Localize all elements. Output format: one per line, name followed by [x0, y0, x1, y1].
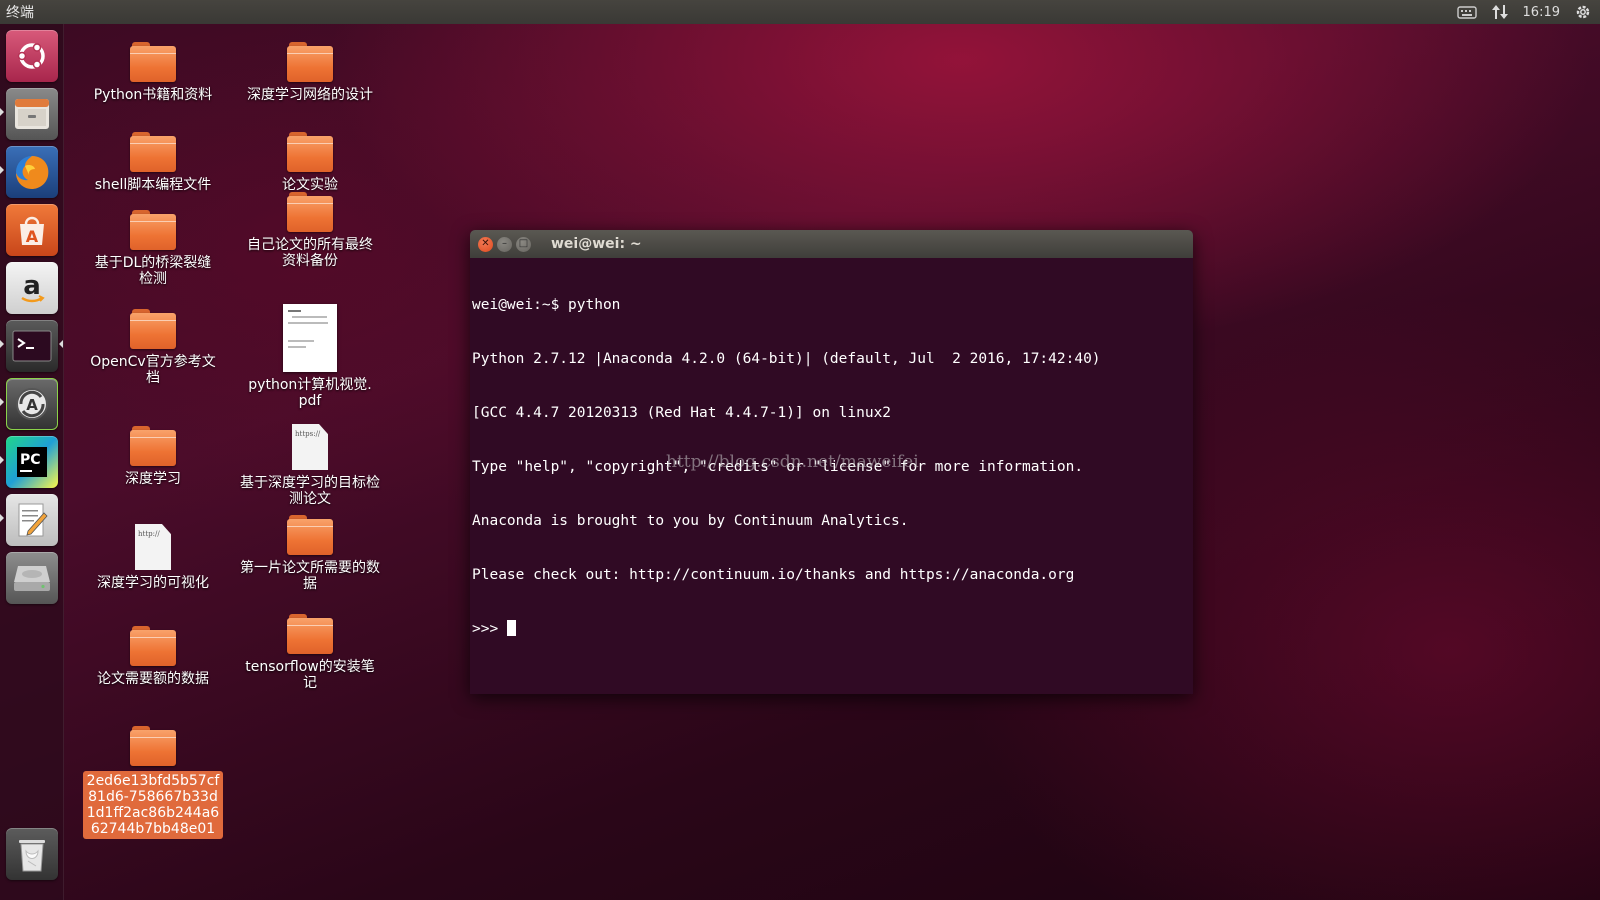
- desktop-item[interactable]: 深度学习网络的设计: [238, 42, 382, 103]
- folder-icon: [130, 210, 176, 250]
- folder-icon: [287, 614, 333, 654]
- desktop-item-label: 论文需要额的数据: [97, 671, 209, 687]
- desktop-item[interactable]: Python书籍和资料: [81, 42, 225, 103]
- desktop-item-label: shell脚本编程文件: [94, 177, 212, 193]
- terminal-icon[interactable]: [6, 320, 58, 372]
- keyboard-icon[interactable]: [1456, 0, 1477, 24]
- desktop-item-label: 论文实验: [282, 177, 338, 193]
- desktop-item[interactable]: https:// 基于深度学习的目标检测论文: [238, 424, 382, 507]
- software-center-icon[interactable]: A: [6, 204, 58, 256]
- desktop-item[interactable]: 深度学习: [81, 426, 225, 487]
- desktop-item[interactable]: OpenCv官方参考文档: [81, 309, 225, 386]
- desktop-item[interactable]: shell脚本编程文件: [81, 132, 225, 193]
- terminal-line: [GCC 4.4.7 20120313 (Red Hat 4.4.7-1)] o…: [472, 405, 892, 421]
- folder-icon: [130, 426, 176, 466]
- desktop-item-label: Python书籍和资料: [93, 87, 213, 103]
- folder-icon: [130, 626, 176, 666]
- drive-icon[interactable]: [6, 552, 58, 604]
- folder-icon: [130, 132, 176, 172]
- desktop-item-label: 深度学习: [125, 471, 181, 487]
- folder-icon: [130, 726, 176, 766]
- desktop-item-label: 深度学习的可视化: [97, 575, 209, 591]
- svg-text:PC: PC: [20, 452, 41, 468]
- terminal-line: Python 2.7.12 |Anaconda 4.2.0 (64-bit)| …: [472, 351, 1101, 367]
- pdf-thumbnail-icon: [283, 304, 337, 372]
- terminal-titlebar[interactable]: ✕ – □ wei@wei: ~: [470, 230, 1193, 258]
- desktop-item-label: 2ed6e13bfd5b57cf81d6-758667b33d1d1ff2ac8…: [83, 771, 223, 839]
- amazon-icon[interactable]: a: [6, 262, 58, 314]
- trash-icon[interactable]: [6, 828, 58, 880]
- text-editor-icon[interactable]: [6, 494, 58, 546]
- desktop-item-label: 深度学习网络的设计: [247, 87, 373, 103]
- terminal-line: Please check out: http://continuum.io/th…: [472, 567, 1075, 583]
- terminal-line: Anaconda is brought to you by Continuum …: [472, 513, 909, 529]
- top-panel: 终端 16:19: [0, 0, 1600, 24]
- desktop-item[interactable]: 第一片论文所需要的数据: [238, 515, 382, 592]
- firefox-icon[interactable]: [6, 146, 58, 198]
- minimize-button[interactable]: –: [497, 236, 512, 252]
- gear-power-icon[interactable]: [1574, 0, 1592, 24]
- folder-icon: [287, 132, 333, 172]
- pycharm-icon[interactable]: PC: [6, 436, 58, 488]
- network-arrows-icon[interactable]: [1491, 0, 1509, 24]
- link-file-icon: http://: [135, 524, 171, 570]
- desktop-item[interactable]: 论文实验: [238, 132, 382, 193]
- terminal-line: wei@wei:~$ python: [472, 297, 621, 313]
- svg-text:A: A: [26, 227, 39, 246]
- python-prompt: >>>: [472, 621, 507, 637]
- folder-icon: [130, 309, 176, 349]
- indicator-area: 16:19: [1456, 0, 1600, 24]
- app-title: 终端: [6, 5, 34, 21]
- maximize-button[interactable]: □: [516, 236, 531, 252]
- software-updater-icon[interactable]: A: [6, 378, 58, 430]
- desktop-item[interactable]: 论文需要额的数据: [81, 626, 225, 687]
- desktop-item-selected[interactable]: 2ed6e13bfd5b57cf81d6-758667b33d1d1ff2ac8…: [81, 726, 225, 839]
- folder-icon: [287, 42, 333, 82]
- ubuntu-dash-icon[interactable]: [6, 30, 58, 82]
- desktop-item[interactable]: 自己论文的所有最终资料备份: [238, 192, 382, 269]
- terminal-prompt-line[interactable]: >>>: [472, 620, 1191, 638]
- text-cursor: [506, 620, 516, 636]
- desktop-item[interactable]: python计算机视觉.pdf: [238, 304, 382, 409]
- desktop-item[interactable]: http:// 深度学习的可视化: [81, 524, 225, 591]
- launcher: A a A PC: [0, 24, 64, 900]
- folder-icon: [130, 42, 176, 82]
- desktop-item-label: 自己论文的所有最终资料备份: [247, 237, 373, 269]
- files-icon[interactable]: [6, 88, 58, 140]
- svg-text:a: a: [23, 271, 41, 301]
- close-button[interactable]: ✕: [478, 236, 493, 252]
- desktop-item-label: 第一片论文所需要的数据: [240, 560, 380, 592]
- desktop-item-label: 基于DL的桥梁裂缝检测: [94, 255, 212, 287]
- desktop-item-label: 基于深度学习的目标检测论文: [240, 475, 380, 507]
- desktop-item[interactable]: 基于DL的桥梁裂缝检测: [81, 210, 225, 287]
- watermark: http://blog.csdn.net/maweifei: [666, 452, 919, 472]
- link-file-icon: https://: [292, 424, 328, 470]
- desktop-item-label: python计算机视觉.pdf: [248, 377, 372, 409]
- clock[interactable]: 16:19: [1523, 5, 1560, 20]
- desktop-item-label: tensorflow的安装笔记: [245, 659, 375, 691]
- desktop-item[interactable]: tensorflow的安装笔记: [238, 614, 382, 691]
- svg-text:A: A: [26, 396, 38, 414]
- folder-icon: [287, 192, 333, 232]
- terminal-title: wei@wei: ~: [551, 236, 642, 252]
- folder-icon: [287, 515, 333, 555]
- desktop-item-label: OpenCv官方参考文档: [90, 354, 216, 386]
